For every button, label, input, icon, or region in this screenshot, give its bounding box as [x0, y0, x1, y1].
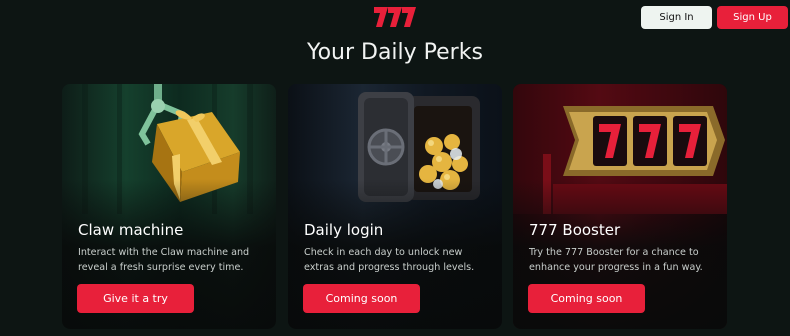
sign-in-button[interactable]: Sign In [641, 6, 712, 29]
coming-soon-button[interactable]: Coming soon [528, 284, 645, 313]
coming-soon-button[interactable]: Coming soon [303, 284, 420, 313]
card-title: 777 Booster [529, 221, 621, 239]
perk-card-claw-machine: Claw machine Interact with the Claw mach… [62, 84, 276, 329]
perk-card-777-booster: 777 Booster Try the 777 Booster for a ch… [513, 84, 727, 329]
page-title: Your Daily Perks [307, 40, 483, 65]
sign-up-button[interactable]: Sign Up [717, 6, 788, 29]
card-description: Check in each day to unlock new extras a… [304, 247, 475, 273]
perk-card-daily-login: Daily login Check in each day to unlock … [288, 84, 502, 329]
card-title: Daily login [304, 221, 384, 239]
give-it-a-try-button[interactable]: Give it a try [77, 284, 194, 313]
brand-logo[interactable] [372, 4, 418, 30]
card-description: Try the 777 Booster for a chance to enha… [529, 247, 703, 273]
card-title: Claw machine [78, 221, 184, 239]
card-description: Interact with the Claw machine and revea… [78, 247, 250, 273]
